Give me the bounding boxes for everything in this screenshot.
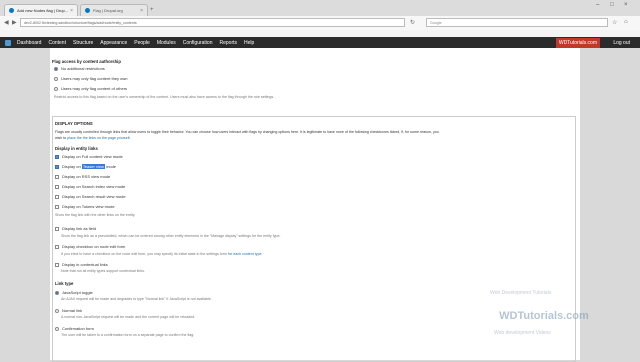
toolbar-modules[interactable]: Modules [157, 40, 176, 46]
edit-form-checkbox[interactable]: Display checkbox on node edit form [55, 244, 125, 249]
drupal-favicon-icon [85, 8, 90, 13]
new-tab-button[interactable]: + [150, 7, 154, 13]
entity-link-checkbox[interactable]: Display on Search index view mode [55, 184, 125, 189]
authorship-description: Restrict access to this flag based on th… [54, 95, 275, 99]
browser-tab-strip: Add new Nodes flag | Drup... × Flag | Dr… [0, 0, 640, 16]
bookmark-star-icon[interactable]: ☆ [612, 19, 617, 26]
home-icon[interactable]: ⌂ [624, 19, 628, 25]
browser-tab-inactive[interactable]: Flag | Drupal.org × [80, 4, 148, 16]
entity-link-checkbox[interactable]: Display on RSS view mode [55, 174, 110, 179]
address-bar: ◀ ▶ dev2-8002.fbvtesting.sandbox/structu… [0, 16, 640, 31]
toolbar-reports[interactable]: Reports [219, 40, 237, 46]
close-tab-icon[interactable]: × [70, 8, 73, 14]
display-intro: Flags are usually controlled through lin… [55, 130, 439, 134]
checkbox[interactable] [55, 184, 59, 189]
forward-icon[interactable]: ▶ [12, 19, 17, 26]
link-type-description: An AJAX request will be made and degrade… [61, 297, 212, 301]
checkbox[interactable] [55, 262, 59, 267]
display-options-legend: DISPLAY OPTIONS [55, 121, 93, 126]
toolbar-structure[interactable]: Structure [73, 40, 93, 46]
authorship-option[interactable]: Users may only flag content of others [54, 86, 127, 91]
watermark-top: Web Development Tutorials [490, 290, 552, 296]
back-icon[interactable]: ◀ [4, 19, 9, 26]
radio-button[interactable] [54, 86, 58, 91]
search-input[interactable]: Google [426, 18, 608, 27]
toolbar-appearance[interactable]: Appearance [100, 40, 127, 46]
toolbar-content[interactable]: Content [48, 40, 66, 46]
link-type-option[interactable]: Normal link [55, 308, 82, 313]
edit-form-description: If you elect to have a checkbox on the n… [61, 252, 262, 256]
radio-button[interactable] [54, 66, 58, 71]
entity-links-description: Show the flag link with the other links … [55, 213, 136, 217]
entity-link-checkbox[interactable]: Display on Tokens view mode [55, 204, 115, 209]
checkbox[interactable] [55, 164, 59, 169]
authorship-title: Flag access by content authorship [52, 59, 121, 64]
admin-toolbar: Dashboard Content Structure Appearance P… [0, 37, 640, 48]
authorship-option[interactable]: Users may only flag content they own [54, 76, 127, 81]
toolbar-dashboard[interactable]: Dashboard [17, 40, 41, 46]
display-intro-2: wish to place the the links on the page … [55, 136, 131, 140]
radio-button[interactable] [55, 326, 59, 331]
selected-text: Teaser view [81, 164, 105, 169]
maximize-icon[interactable]: □ [610, 2, 614, 8]
contextual-description: Note that not all entity types support c… [61, 269, 145, 273]
browser-tab-active[interactable]: Add new Nodes flag | Drup... × [4, 4, 78, 16]
tab-title: Add new Nodes flag | Drup... [17, 8, 69, 13]
link-type-option[interactable]: Confirmation form [55, 326, 94, 331]
entity-link-checkbox[interactable]: Display on Full content view mode [55, 154, 123, 159]
watermark-logo: WDTutorials.com [499, 310, 589, 322]
field-description: Show the flag link as a pseudofield, whi… [61, 234, 281, 238]
checkbox[interactable] [55, 154, 59, 159]
place-links-link[interactable]: place the the links on the page yourself [67, 136, 129, 140]
toolbar-people[interactable]: People [134, 40, 150, 46]
checkbox[interactable] [55, 244, 59, 249]
checkbox[interactable] [55, 174, 59, 179]
toolbar-help[interactable]: Help [244, 40, 254, 46]
radio-button[interactable] [54, 76, 58, 81]
checkbox[interactable] [55, 194, 59, 199]
link-type-description: A normal non-JavaScript request will be … [61, 315, 196, 319]
close-tab-icon[interactable]: × [140, 8, 143, 14]
minimize-icon[interactable]: – [596, 2, 599, 8]
link-type-option[interactable]: JavaScript toggle [55, 290, 93, 295]
tab-title: Flag | Drupal.org [93, 8, 123, 13]
logout-link[interactable]: Log out [613, 40, 630, 46]
link-type-title: Link type [55, 281, 74, 286]
radio-button[interactable] [55, 290, 59, 295]
content-type-link[interactable]: for each content type [228, 252, 262, 256]
home-icon[interactable] [5, 39, 11, 46]
toolbar-configuration[interactable]: Configuration [183, 40, 213, 46]
reload-icon[interactable]: ↻ [410, 19, 415, 26]
entity-links-title: Display in entity links [55, 146, 98, 151]
authorship-option[interactable]: No additional restrictions [54, 66, 105, 71]
checkbox[interactable] [55, 226, 59, 231]
entity-link-checkbox[interactable]: Display on Search result view mode [55, 194, 126, 199]
link-type-description: The user will be taken to a confirmation… [61, 333, 195, 337]
field-checkbox[interactable]: Display link as field [55, 226, 96, 231]
url-input[interactable]: dev2-8002.fbvtesting.sandbox/structure/f… [20, 18, 405, 27]
drupal-favicon-icon [9, 8, 14, 13]
watermark-bottom: Web development Videos [494, 330, 551, 336]
radio-button[interactable] [55, 308, 59, 313]
checkbox[interactable] [55, 204, 59, 209]
close-window-icon[interactable]: × [624, 2, 628, 8]
brand-badge[interactable]: WDTutorials.com [555, 38, 600, 48]
contextual-checkbox[interactable]: Display in contextual links [55, 262, 108, 267]
entity-link-checkbox[interactable]: Display on Teaser view mode [55, 164, 116, 169]
